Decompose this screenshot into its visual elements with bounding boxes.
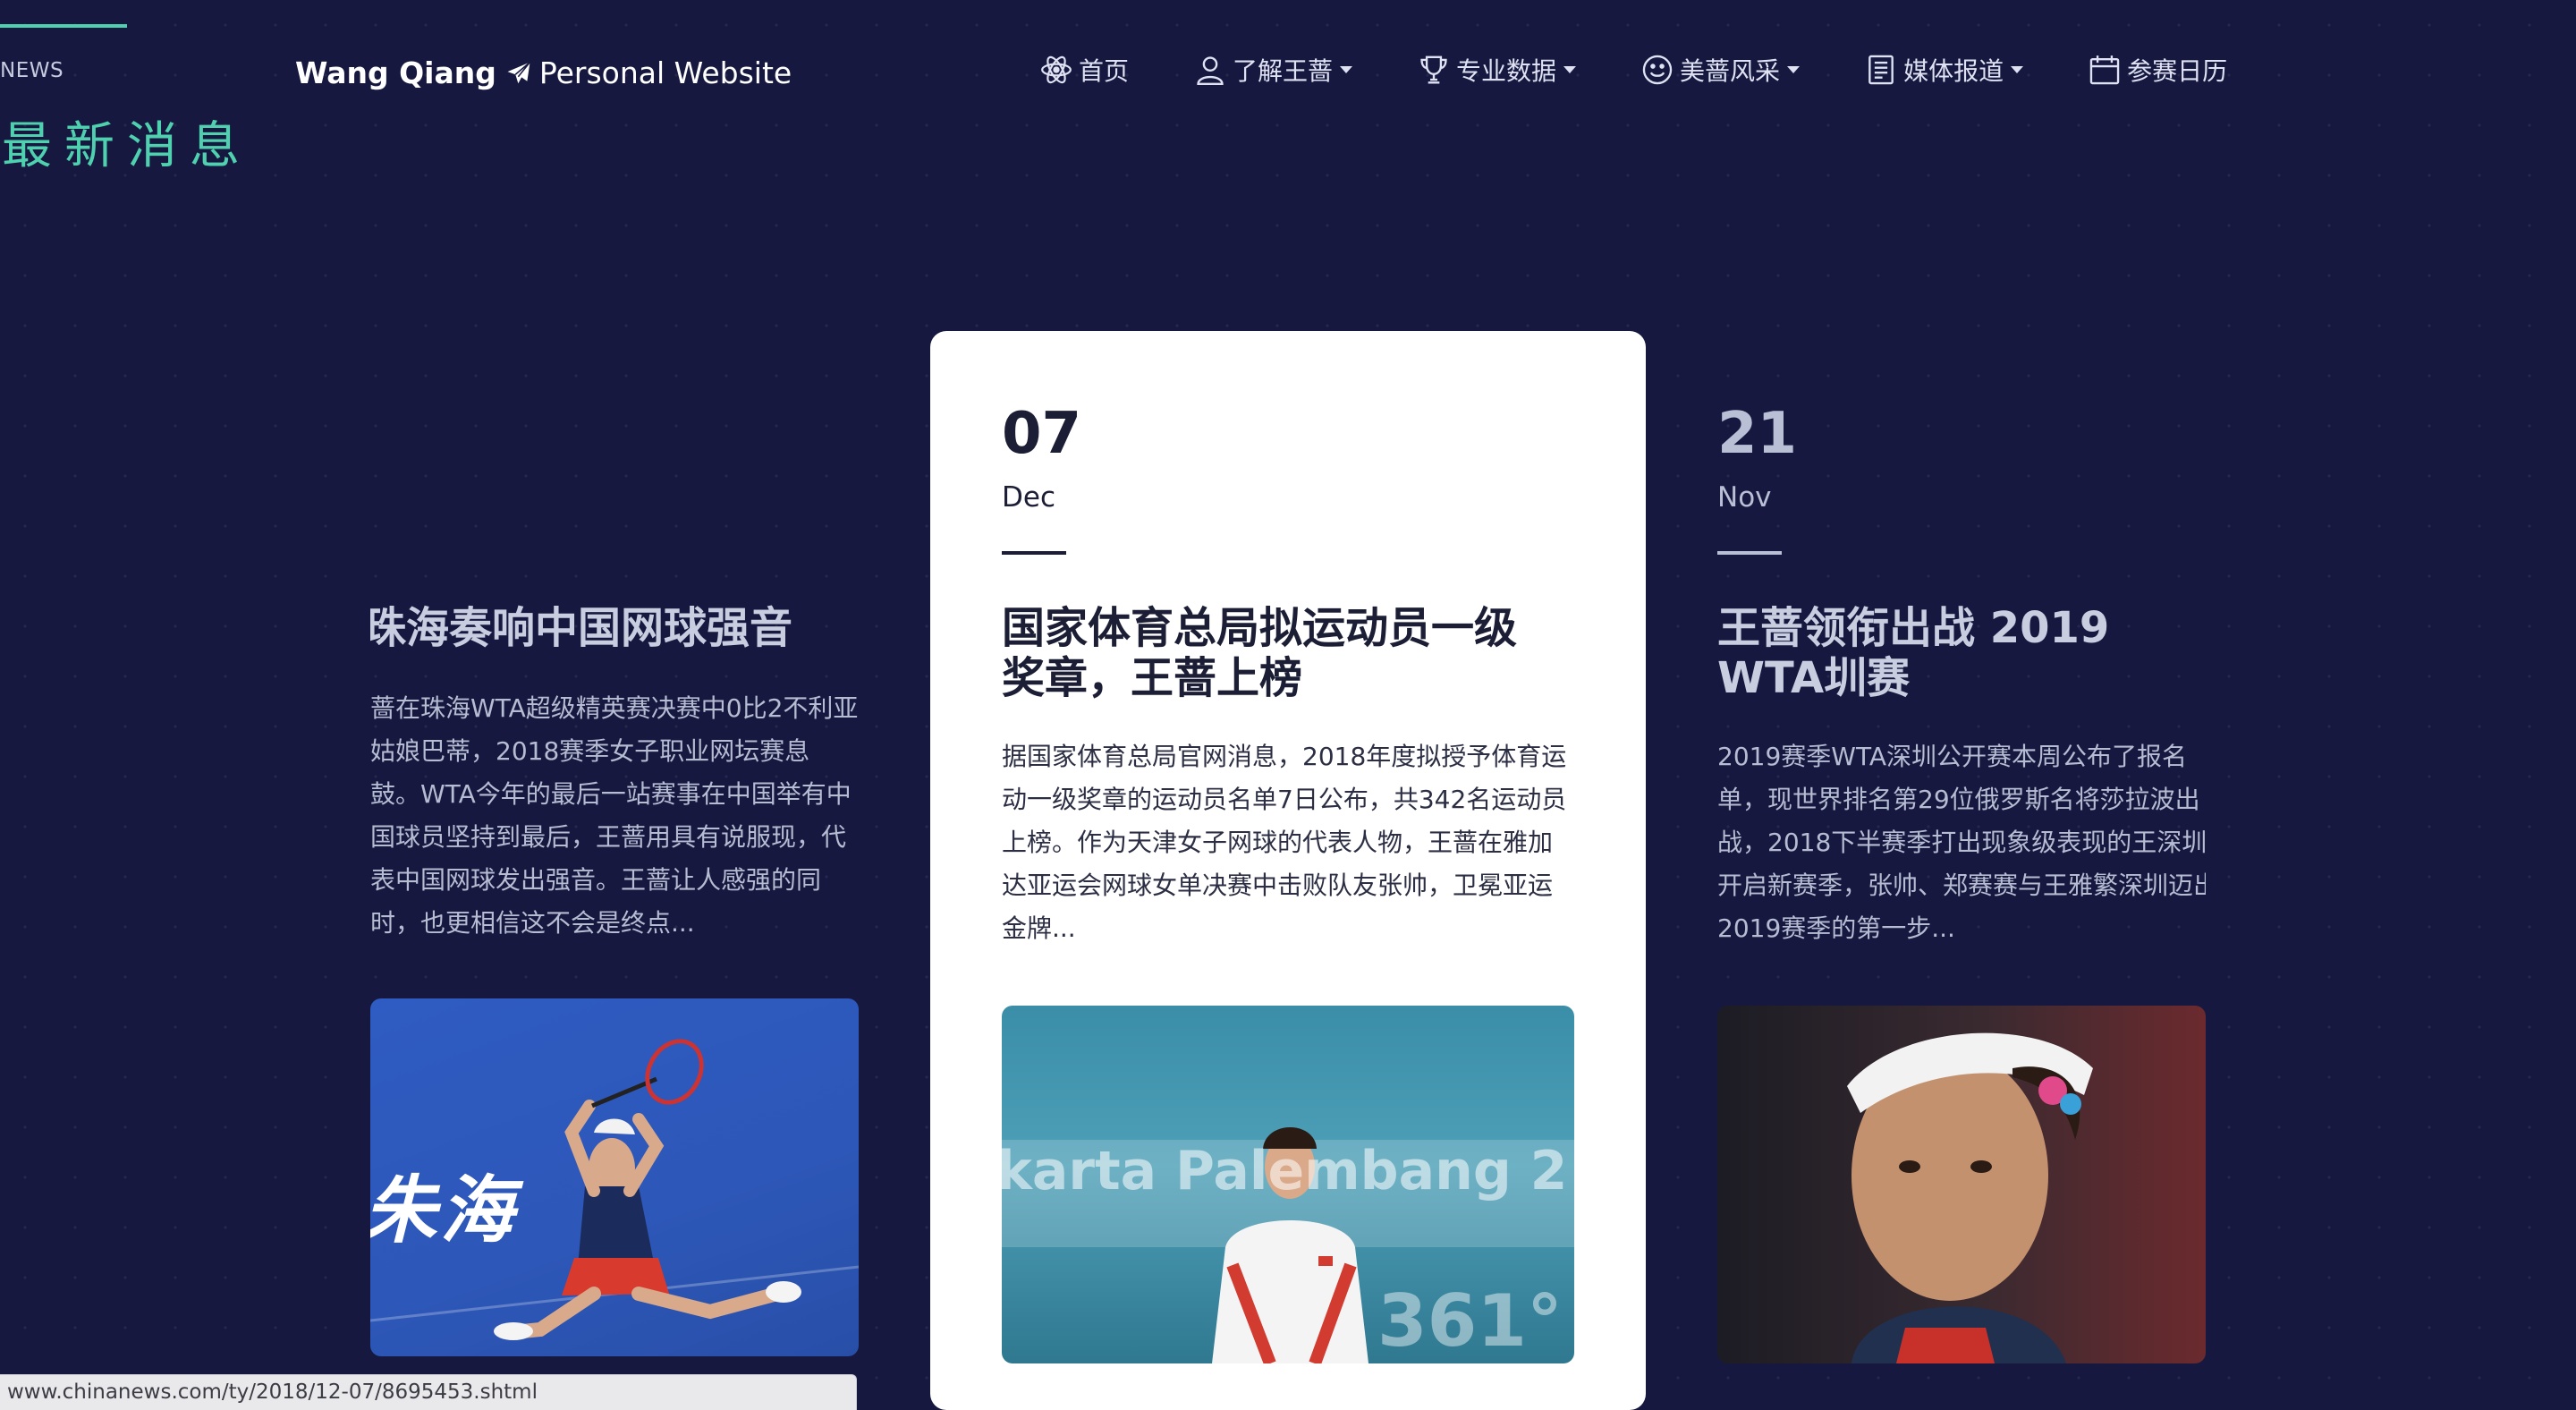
smile-icon — [1642, 55, 1673, 85]
news-section-title: 最新消息 — [2, 117, 252, 175]
chevron-down-icon — [1563, 66, 1577, 73]
news-card-title: 国家体育总局拟运动员一级奖章，王蔷上榜 — [1002, 603, 1518, 703]
news-card-month: Nov — [1717, 481, 1772, 514]
nav-item-stats[interactable]: 专业数据 — [1417, 52, 1577, 88]
brand-name: Wang Qiang — [295, 55, 496, 90]
chevron-down-icon — [2011, 66, 2024, 73]
chevron-down-icon — [1340, 66, 1353, 73]
browser-status-bar: www.chinanews.com/ty/2018/12-07/8695453.… — [0, 1374, 857, 1410]
news-card-day: 21 — [1717, 401, 1798, 467]
nav-item-label: 参赛日历 — [2127, 56, 2228, 86]
news-card-day: 07 — [1002, 401, 1082, 467]
tennis-player-backhand-photo[interactable]: 朱海 — [370, 998, 859, 1356]
nav-item-label: 美蔷风采 — [1680, 56, 1781, 86]
news-card-title: 王蔷领衔出战 2019 WTA圳赛 — [1717, 603, 2110, 703]
player-with-medal-photo[interactable]: 361° karta Palembang 2 — [1002, 1006, 1574, 1363]
nav-item-label: 首页 — [1079, 56, 1130, 86]
nav-item-label: 媒体报道 — [1903, 56, 2004, 86]
nav-item-calendar[interactable]: 参赛日历 — [2088, 52, 2227, 88]
photo-overlay-text: karta Palembang 2 — [1002, 1140, 1568, 1202]
news-card-excerpt: 2019赛季WTA深圳公开赛本周公布了报名单，现世界排名第29位俄罗斯名将莎拉波… — [1717, 742, 2206, 943]
nav-item-about[interactable]: 了解王蔷 — [1193, 52, 1353, 88]
nav-item-home[interactable]: 首页 — [1039, 52, 1129, 88]
news-card-divider — [1002, 551, 1066, 555]
nav-item-label: 专业数据 — [1456, 56, 1557, 86]
atom-icon — [1041, 55, 1072, 84]
brand-tagline: Personal Website — [538, 55, 792, 90]
news-card-right[interactable]: 21 Nov 王蔷领衔出战 2019 WTA圳赛 2019赛季WTA深圳公开赛本… — [1717, 331, 2206, 1410]
player-portrait-visor-photo[interactable] — [1717, 1006, 2206, 1363]
svg-text:361°: 361° — [1377, 1279, 1563, 1363]
news-card-excerpt: 蔷在珠海WTA超级精英赛决赛中0比2不利亚姑娘巴蒂，2018赛季女子职业网坛赛息… — [370, 693, 859, 938]
news-card-center[interactable]: 07 Dec 国家体育总局拟运动员一级奖章，王蔷上榜 据国家体育总局官网消息，2… — [930, 331, 1646, 1410]
document-icon — [1868, 55, 1894, 85]
calendar-icon — [2089, 55, 2120, 85]
news-card-title: 珠海奏响中国网球强音 — [370, 603, 793, 653]
trophy-icon — [1420, 55, 1447, 84]
news-card-left[interactable]: 珠海奏响中国网球强音 蔷在珠海WTA超级精英赛决赛中0比2不利亚姑娘巴蒂，201… — [370, 331, 859, 1410]
photo-overlay-text: 朱海 — [370, 1168, 517, 1253]
news-card-month: Dec — [1002, 481, 1055, 514]
brand-logo[interactable]: Wang Qiang Personal Website — [295, 55, 792, 90]
news-accent-line — [0, 24, 127, 28]
nav-item-gallery[interactable]: 美蔷风采 — [1640, 52, 1801, 88]
nav-item-media[interactable]: 媒体报道 — [1864, 52, 2024, 88]
status-bar-url: www.chinanews.com/ty/2018/12-07/8695453.… — [7, 1380, 538, 1404]
main-nav: 首页 了解王蔷 专业数据 美蔷风采 媒体报道 参赛日历 — [1039, 52, 2227, 88]
news-card-divider — [1717, 551, 1782, 555]
paper-plane-icon — [507, 61, 530, 83]
user-icon — [1197, 56, 1224, 86]
news-section-label: NEWS — [0, 59, 64, 82]
chevron-down-icon — [1787, 66, 1801, 73]
news-card-excerpt: 据国家体育总局官网消息，2018年度拟授予体育运动一级奖章的运动员名单7日公布，… — [1002, 742, 1567, 943]
nav-item-label: 了解王蔷 — [1233, 56, 1334, 86]
